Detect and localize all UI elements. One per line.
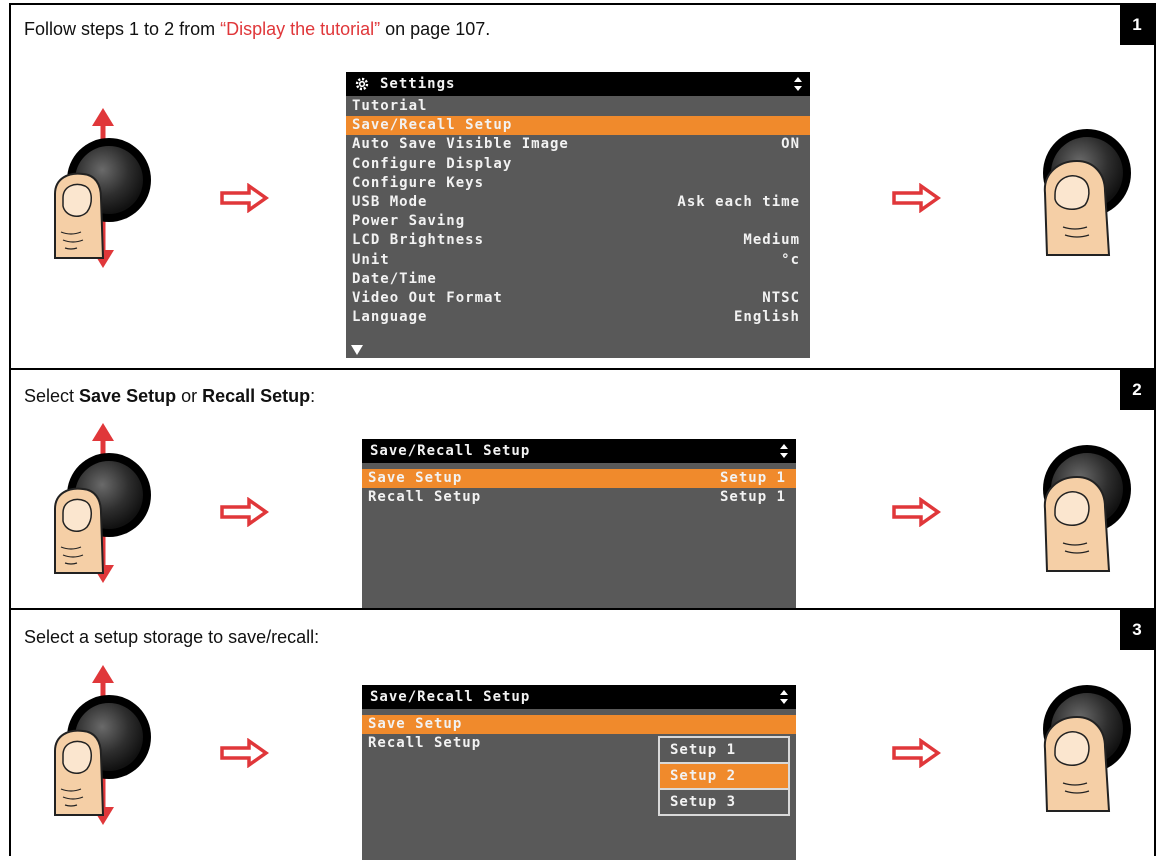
step-2-text: Select xyxy=(24,386,80,406)
menu-item[interactable]: Save Setup xyxy=(362,715,796,735)
menu-item[interactable]: LCD Brightness Medium xyxy=(346,231,810,250)
screen-titlebar: Save/Recall Setup xyxy=(362,685,796,709)
step-2-text-or: or xyxy=(176,386,203,406)
menu-item-label: Configure Keys xyxy=(352,174,485,191)
setup-option[interactable]: Setup 1 xyxy=(660,738,788,764)
step-1-text-end: on page 107. xyxy=(380,19,491,39)
knob-press-icon xyxy=(1029,117,1139,257)
step-number-badge: 1 xyxy=(1120,5,1154,45)
scroll-updown-icon xyxy=(780,690,788,704)
screen-title: Settings xyxy=(380,76,456,92)
step-number-badge: 3 xyxy=(1120,610,1154,650)
menu-item-label: Date/Time xyxy=(352,270,437,287)
setup-storage-screen: Save/Recall Setup Save Setup Recall Setup… xyxy=(362,685,796,860)
menu-item[interactable]: USB Mode Ask each time xyxy=(346,193,810,212)
menu-item-label: Save Setup xyxy=(368,716,463,732)
menu-item[interactable]: Save Setup Setup 1 xyxy=(362,469,796,489)
step-3-instruction: Select a setup storage to save/recall: xyxy=(24,627,320,647)
settings-screen: Settings Tutorial Save/Recall Setup Auto S… xyxy=(346,72,810,358)
knob-turn-icon xyxy=(41,665,171,825)
knob-press-icon xyxy=(1029,433,1139,573)
menu-item-value: Medium xyxy=(743,232,800,249)
menu-item-label: Recall Setup xyxy=(368,489,482,506)
right-arrow-icon xyxy=(891,497,941,527)
setup-storage-popup: Setup 1 Setup 2 Setup 3 xyxy=(658,736,790,816)
step-number-badge: 2 xyxy=(1120,370,1154,410)
setup-option[interactable]: Setup 3 xyxy=(660,790,788,814)
knob-press-icon xyxy=(1029,673,1139,813)
menu-item[interactable]: Video Out Format NTSC xyxy=(346,289,810,308)
right-arrow-icon xyxy=(891,183,941,213)
menu-item-value: Setup 1 xyxy=(719,470,786,486)
menu-item[interactable]: Configure Display xyxy=(346,155,810,174)
menu-item-label: Unit xyxy=(352,251,390,268)
step-2-instruction: Select Save Setup or Recall Setup: xyxy=(24,386,315,407)
knob-turn-icon xyxy=(41,423,171,583)
step-1-text: Follow steps 1 to 2 from xyxy=(24,19,221,39)
menu-item-value: NTSC xyxy=(762,289,800,306)
knob-turn-icon xyxy=(41,108,171,268)
screen-titlebar: Settings xyxy=(346,72,810,96)
menu-item[interactable]: Configure Keys xyxy=(346,174,810,193)
menu-item-label: Video Out Format xyxy=(352,289,503,306)
tutorial-link[interactable]: “Display the tutorial” xyxy=(220,19,380,39)
menu-item-value: English xyxy=(733,309,800,326)
scroll-updown-icon xyxy=(794,77,802,91)
gear-icon xyxy=(355,77,369,91)
menu-item-label: Save Setup xyxy=(368,470,463,486)
right-arrow-icon xyxy=(891,738,941,768)
menu-item-label: Save/Recall Setup xyxy=(352,117,513,134)
menu-item[interactable]: Save/Recall Setup xyxy=(346,116,810,136)
step-1: Follow steps 1 to 2 from “Display the tu… xyxy=(9,3,1156,370)
menu-item[interactable]: Tutorial xyxy=(346,97,810,116)
right-arrow-icon xyxy=(219,183,269,213)
menu-item-label: LCD Brightness xyxy=(352,232,485,249)
menu-item-value: °c xyxy=(781,251,800,268)
screen-title: Save/Recall Setup xyxy=(370,443,531,459)
right-arrow-icon xyxy=(219,738,269,768)
menu-item[interactable]: Date/Time xyxy=(346,270,810,289)
menu-item-label: Power Saving xyxy=(352,213,466,230)
menu-item[interactable]: Unit °c xyxy=(346,251,810,270)
step-3: Select a setup storage to save/recall: 3… xyxy=(9,608,1156,860)
recall-setup-term: Recall Setup xyxy=(202,386,311,406)
right-arrow-icon xyxy=(219,497,269,527)
save-setup-term: Save Setup xyxy=(79,386,177,406)
menu-item-value: ON xyxy=(781,136,800,153)
menu-item[interactable]: Power Saving xyxy=(346,212,810,231)
menu-item-label: Tutorial xyxy=(352,98,428,114)
menu-item-value: Setup 1 xyxy=(719,489,786,506)
menu-item[interactable]: Recall Setup Setup 1 xyxy=(362,488,796,507)
step-2-text-colon: : xyxy=(310,386,316,406)
step-2: Select Save Setup or Recall Setup: 2 Sav… xyxy=(9,368,1156,610)
scroll-updown-icon xyxy=(780,444,788,458)
save-recall-screen: Save/Recall Setup Save Setup Setup 1 Recal… xyxy=(362,439,796,609)
menu-item[interactable]: Auto Save Visible Image ON xyxy=(346,135,810,154)
menu-item-label: Recall Setup xyxy=(368,735,482,752)
menu-item-value: Ask each time xyxy=(677,193,800,210)
menu-item[interactable]: Language English xyxy=(346,308,810,327)
scroll-down-icon xyxy=(351,345,363,355)
menu-item-label: Configure Display xyxy=(352,155,513,172)
menu-item-label: Language xyxy=(352,309,428,326)
screen-titlebar: Save/Recall Setup xyxy=(362,439,796,463)
menu-item-label: USB Mode xyxy=(352,193,428,210)
setup-option[interactable]: Setup 2 xyxy=(660,764,788,790)
menu-item-label: Auto Save Visible Image xyxy=(352,136,569,153)
screen-title: Save/Recall Setup xyxy=(370,689,531,705)
step-1-instruction: Follow steps 1 to 2 from “Display the tu… xyxy=(24,19,490,40)
